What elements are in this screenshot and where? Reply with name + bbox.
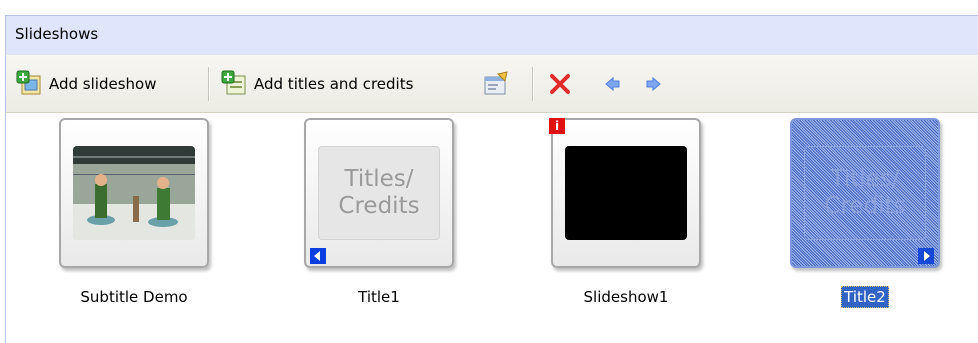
move-left-icon [605,76,620,92]
right-arrow-badge-icon [918,248,934,264]
slideshow-caption: Title1 [358,288,400,306]
add-slideshow-icon [16,70,41,95]
toolbar-separator [208,67,210,101]
panel-title: Slideshows [15,25,99,43]
info-badge-icon: i [549,118,565,134]
slideshow-caption: Subtitle Demo [80,288,188,306]
delete-button[interactable] [546,68,574,100]
move-left-button[interactable] [598,68,626,100]
slideshow-thumbnail[interactable]: Titles/Credits [304,118,454,268]
properties-icon [484,71,508,95]
slideshow-item-selected[interactable]: Titles/Credits Title2 [782,118,940,328]
slideshow-thumbnail[interactable] [59,118,209,268]
move-right-icon [646,76,661,92]
add-slideshow-button[interactable]: Add slideshow [15,68,156,100]
toolbar-separator [532,67,534,101]
slideshow-item[interactable]: Titles/Credits Title1 [296,118,454,328]
add-slideshow-label: Add slideshow [49,75,157,93]
add-titles-icon [221,70,246,95]
panel-header: Slideshows [5,15,978,55]
slideshow-caption: Slideshow1 [583,288,669,306]
properties-button[interactable] [482,68,510,100]
add-titles-label: Add titles and credits [254,75,414,93]
add-titles-button[interactable]: Add titles and credits [220,68,413,100]
slideshow-thumbnail[interactable]: Titles/Credits [790,118,940,268]
black-slide-preview [565,146,687,240]
left-arrow-badge-icon [310,248,326,264]
slideshow-item[interactable]: i Slideshow1 [543,118,701,328]
delete-icon [550,74,570,94]
slideshow-caption-selected[interactable]: Title2 [782,286,948,308]
slideshow-list: Subtitle Demo Titles/Credits Title1 i Sl… [5,113,978,343]
toolbar: Add slideshow Add titles and credits [5,55,978,113]
slideshow-thumbnail[interactable] [551,118,701,268]
slideshow-item[interactable]: Subtitle Demo [51,118,209,328]
move-right-button[interactable] [640,68,668,100]
titles-credits-slide: Titles/Credits [318,146,440,240]
titles-credits-slide: Titles/Credits [804,146,926,240]
video-preview-image [73,146,195,240]
